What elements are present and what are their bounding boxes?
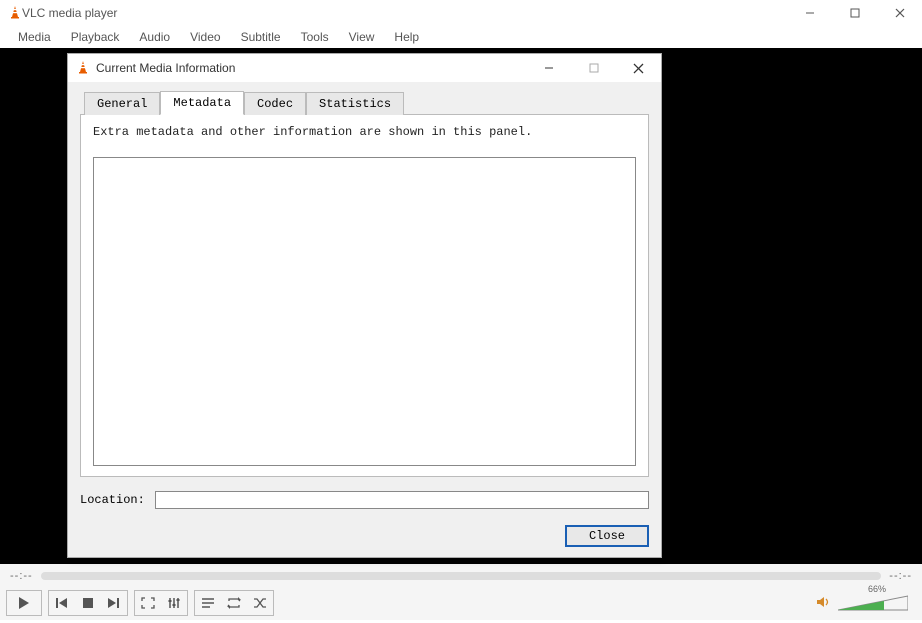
menu-tools[interactable]: Tools <box>291 27 339 47</box>
seek-slider[interactable] <box>41 572 882 580</box>
skip-back-icon <box>55 597 69 609</box>
tab-codec[interactable]: Codec <box>244 92 306 115</box>
time-elapsed: --:-- <box>10 570 33 582</box>
playlist-button[interactable] <box>195 591 221 615</box>
next-button[interactable] <box>101 591 127 615</box>
loop-icon <box>227 597 241 609</box>
dialog-close-button[interactable] <box>616 55 661 81</box>
close-button[interactable]: Close <box>565 525 649 547</box>
menubar: Media Playback Audio Video Subtitle Tool… <box>0 26 922 48</box>
speaker-icon[interactable] <box>816 595 832 612</box>
menu-help[interactable]: Help <box>384 27 429 47</box>
vlc-cone-icon <box>8 5 22 22</box>
shuffle-icon <box>253 597 267 609</box>
tab-general[interactable]: General <box>84 92 160 115</box>
volume-percent: 66% <box>868 584 886 594</box>
tab-pane-metadata: Extra metadata and other information are… <box>80 114 649 477</box>
skip-forward-icon <box>107 597 121 609</box>
tab-statistics[interactable]: Statistics <box>306 92 404 115</box>
dialog-maximize-button[interactable] <box>571 55 616 81</box>
volume-slider[interactable]: 66% <box>838 594 908 612</box>
playlist-icon <box>201 597 215 609</box>
location-input[interactable] <box>155 491 649 509</box>
video-area: Current Media Information General Metada… <box>0 48 922 564</box>
menu-view[interactable]: View <box>339 27 385 47</box>
play-button[interactable] <box>6 590 42 616</box>
menu-video[interactable]: Video <box>180 27 230 47</box>
menu-media[interactable]: Media <box>8 27 61 47</box>
sliders-icon <box>167 597 181 609</box>
app-title: VLC media player <box>22 6 117 20</box>
bottom-bar: --:-- --:-- 66% <box>0 564 922 620</box>
shuffle-button[interactable] <box>247 591 273 615</box>
menu-playback[interactable]: Playback <box>61 27 130 47</box>
dialog-minimize-button[interactable] <box>526 55 571 81</box>
menu-subtitle[interactable]: Subtitle <box>231 27 291 47</box>
media-info-dialog: Current Media Information General Metada… <box>67 53 662 558</box>
previous-button[interactable] <box>49 591 75 615</box>
time-total: --:-- <box>889 570 912 582</box>
vlc-cone-icon <box>76 60 90 77</box>
loop-button[interactable] <box>221 591 247 615</box>
play-icon <box>17 596 31 610</box>
main-titlebar: VLC media player <box>0 0 922 26</box>
stop-button[interactable] <box>75 591 101 615</box>
maximize-button[interactable] <box>832 0 877 26</box>
fullscreen-button[interactable] <box>135 591 161 615</box>
extended-settings-button[interactable] <box>161 591 187 615</box>
dialog-tabs: General Metadata Codec Statistics <box>84 90 649 114</box>
menu-audio[interactable]: Audio <box>129 27 180 47</box>
metadata-content-box <box>93 157 636 466</box>
dialog-title: Current Media Information <box>96 61 235 75</box>
stop-icon <box>82 597 94 609</box>
location-label: Location: <box>80 493 145 507</box>
metadata-pane-description: Extra metadata and other information are… <box>93 125 636 139</box>
close-window-button[interactable] <box>877 0 922 26</box>
fullscreen-icon <box>141 597 155 609</box>
tab-metadata[interactable]: Metadata <box>160 91 244 115</box>
dialog-titlebar: Current Media Information <box>68 54 661 82</box>
minimize-button[interactable] <box>787 0 832 26</box>
